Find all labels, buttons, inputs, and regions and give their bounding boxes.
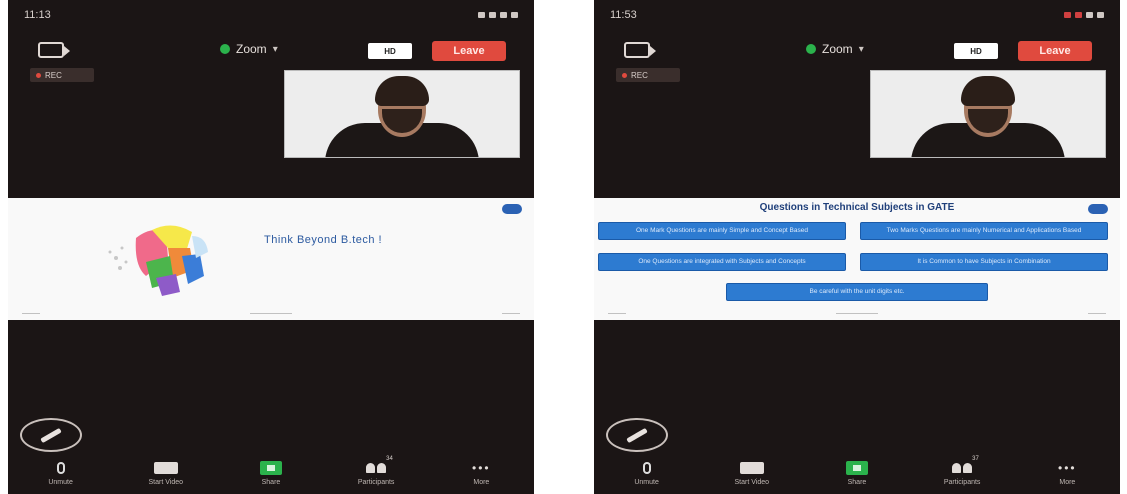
brain-illustration xyxy=(108,225,208,296)
start-video-button[interactable]: Start Video xyxy=(126,460,206,486)
encryption-shield-icon xyxy=(806,44,816,54)
zoom-meeting-screen-right: 11:53 Zoom ▾ HD Leave REC Questions in T… xyxy=(594,0,1120,494)
start-video-button[interactable]: Start Video xyxy=(712,460,792,486)
slide-title: Think Beyond B.tech ! xyxy=(264,234,383,246)
start-video-label: Start Video xyxy=(148,479,184,486)
person-hair xyxy=(961,76,1015,106)
pencil-icon xyxy=(626,427,648,443)
topic-button-1: One Mark Questions are mainly Simple and… xyxy=(598,222,846,240)
unmute-label: Unmute xyxy=(634,479,659,486)
share-button[interactable]: Share xyxy=(817,460,897,486)
status-time: 11:13 xyxy=(24,9,51,21)
self-video-thumbnail[interactable] xyxy=(870,70,1106,158)
video-camera-icon xyxy=(739,462,764,474)
recording-badge: REC xyxy=(616,68,680,82)
zoom-meeting-screen-left: 11:13 Zoom ▾ HD Leave REC Think Beyond B… xyxy=(8,0,534,494)
more-label: More xyxy=(473,479,490,486)
start-video-label: Start Video xyxy=(734,479,770,486)
participants-count: 34 xyxy=(386,456,393,462)
status-bar: 11:53 xyxy=(594,0,1120,30)
record-icon xyxy=(36,72,41,78)
leave-button[interactable]: Leave xyxy=(432,41,506,61)
meeting-title-label: Zoom xyxy=(236,42,267,56)
recording-label: REC xyxy=(45,70,62,80)
share-screen-icon xyxy=(259,461,282,475)
share-screen-icon xyxy=(845,461,868,475)
share-label: Share xyxy=(847,479,867,486)
more-dots-icon: ••• xyxy=(1058,461,1077,475)
meeting-title-label: Zoom xyxy=(822,42,853,56)
recording-badge: REC xyxy=(30,68,94,82)
topic-button-4: It is Common to have Subjects in Combina… xyxy=(860,253,1108,271)
topic-button-5: Be careful with the unit digits etc. xyxy=(726,283,988,301)
meeting-title[interactable]: Zoom ▾ xyxy=(806,42,864,56)
encryption-shield-icon xyxy=(220,44,230,54)
self-video-thumbnail[interactable] xyxy=(284,70,520,158)
pencil-icon xyxy=(40,427,62,443)
meeting-toolbar: Unmute Start Video Share 34 Participants… xyxy=(8,456,534,494)
slide-title: Questions in Technical Subjects in GATE xyxy=(759,202,955,213)
annotate-button[interactable] xyxy=(606,418,668,452)
more-button[interactable]: ••• More xyxy=(441,460,521,486)
shared-screen[interactable]: Questions in Technical Subjects in GATE … xyxy=(594,198,1120,320)
annotate-button[interactable] xyxy=(20,418,82,452)
participants-label: Participants xyxy=(943,479,981,486)
status-bar: 11:13 xyxy=(8,0,534,30)
topic-button-2: Two Marks Questions are mainly Numerical… xyxy=(860,222,1108,240)
slide-footer: ——— ——————— ——— xyxy=(608,311,1106,317)
more-button[interactable]: ••• More xyxy=(1027,460,1107,486)
participants-button[interactable]: 37 Participants xyxy=(922,456,1002,486)
video-camera-icon xyxy=(153,462,178,474)
topic-button-3: One Questions are integrated with Subjec… xyxy=(598,253,846,271)
record-icon xyxy=(622,72,627,78)
unmute-button[interactable]: Unmute xyxy=(21,460,101,486)
meeting-top-bar: Zoom ▾ HD Leave xyxy=(8,38,534,64)
microphone-icon xyxy=(56,462,65,474)
recording-label: REC xyxy=(631,70,648,80)
meeting-top-bar: Zoom ▾ HD Leave xyxy=(594,38,1120,64)
more-dots-icon: ••• xyxy=(472,461,491,475)
share-button[interactable]: Share xyxy=(231,460,311,486)
status-icons xyxy=(478,12,518,18)
participants-icon xyxy=(952,463,973,473)
meeting-toolbar: Unmute Start Video Share 37 Participants… xyxy=(594,456,1120,494)
meeting-title[interactable]: Zoom ▾ xyxy=(220,42,278,56)
participants-button[interactable]: 34 Participants xyxy=(336,456,416,486)
participants-icon xyxy=(366,463,387,473)
chevron-down-icon: ▾ xyxy=(858,43,864,55)
person-hair xyxy=(375,76,429,106)
slide-footer: ——— ——————— ——— xyxy=(22,311,520,317)
share-label: Share xyxy=(261,479,281,486)
status-icons xyxy=(1064,12,1104,18)
leave-button[interactable]: Leave xyxy=(1018,41,1092,61)
more-label: More xyxy=(1059,479,1076,486)
unmute-button[interactable]: Unmute xyxy=(607,460,687,486)
shared-screen[interactable]: Think Beyond B.tech ! ——— ——————— ——— xyxy=(8,198,534,320)
hd-badge: HD xyxy=(368,43,412,59)
hd-badge: HD xyxy=(954,43,998,59)
microphone-icon xyxy=(642,462,651,474)
unmute-label: Unmute xyxy=(48,479,73,486)
participants-label: Participants xyxy=(357,479,395,486)
switch-camera-icon[interactable] xyxy=(38,42,70,58)
chevron-down-icon: ▾ xyxy=(272,43,278,55)
status-time: 11:53 xyxy=(610,9,637,21)
page-indicator xyxy=(502,204,522,214)
participants-count: 37 xyxy=(972,456,979,462)
switch-camera-icon[interactable] xyxy=(624,42,656,58)
